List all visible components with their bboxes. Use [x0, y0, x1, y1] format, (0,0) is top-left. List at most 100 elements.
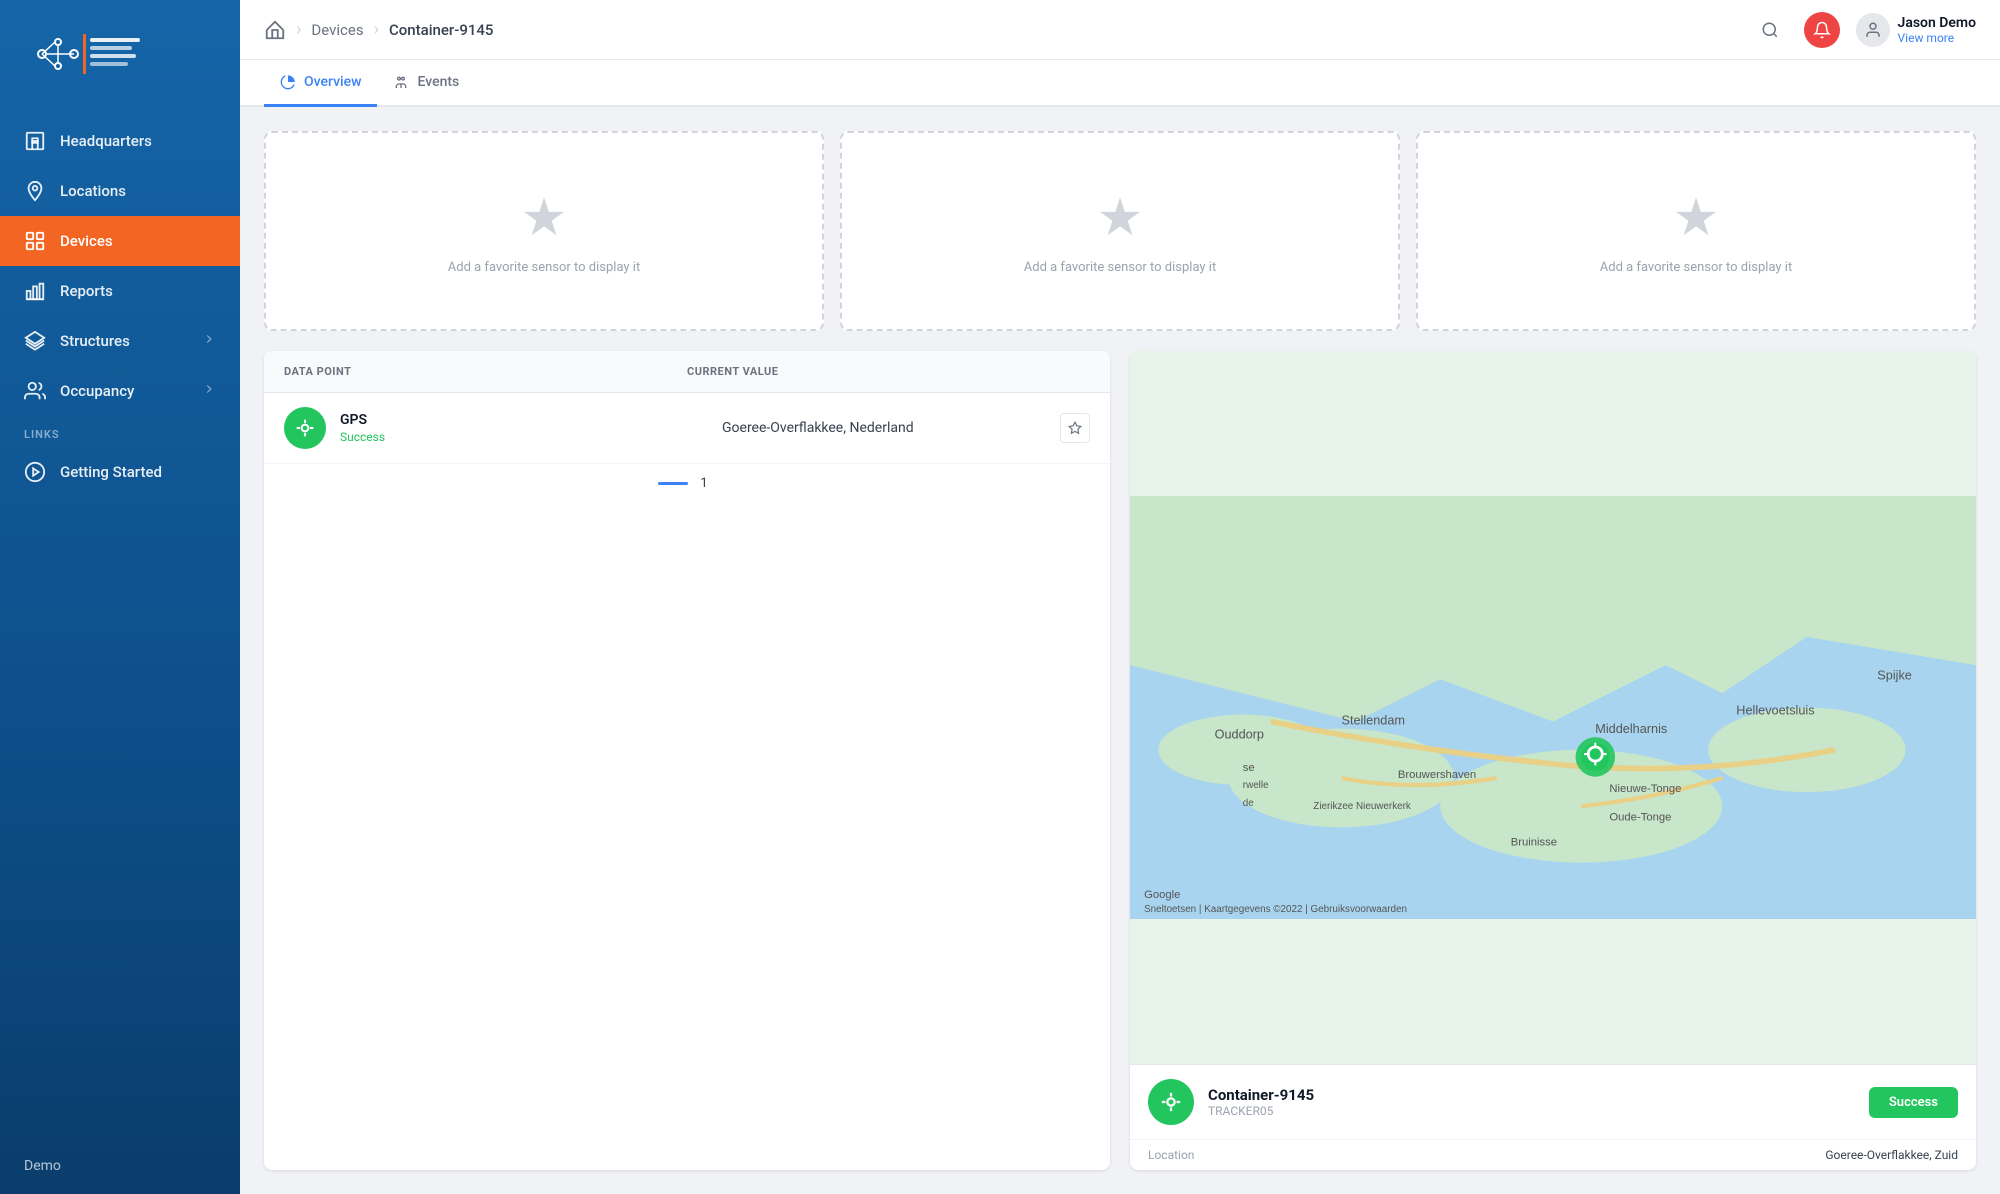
svg-text:Oude-Tonge: Oude-Tonge — [1609, 811, 1671, 823]
fav-card-2-text: Add a favorite sensor to display it — [1024, 260, 1216, 275]
topbar-right: Jason Demo View more — [1752, 12, 1976, 48]
home-icon — [264, 19, 286, 41]
logo-svg — [20, 24, 160, 84]
bell-icon — [1813, 21, 1831, 39]
map-footer: Container-9145 TRACKER05 Success — [1130, 1064, 1976, 1139]
user-icon — [1864, 21, 1882, 39]
svg-text:rwelle: rwelle — [1243, 780, 1269, 791]
sidebar: Headquarters Locations Devices — [0, 0, 240, 1194]
favorite-toggle-button[interactable] — [1060, 413, 1090, 443]
page-number: 1 — [692, 476, 715, 491]
user-info: Jason Demo View more — [1898, 15, 1976, 45]
data-point-info: GPS Success — [340, 412, 708, 444]
current-val-cell: Goeree-Overflakkee, Nederland — [722, 413, 1090, 443]
locations-label: Locations — [60, 182, 126, 200]
sidebar-item-locations[interactable]: Locations — [0, 166, 240, 216]
svg-text:se: se — [1243, 762, 1255, 774]
devices-label: Devices — [60, 232, 113, 250]
occupancy-expand-icon — [202, 382, 216, 400]
data-point-status: Success — [340, 430, 708, 444]
svg-text:Nieuwe-Tonge: Nieuwe-Tonge — [1609, 783, 1681, 795]
users-icon — [24, 380, 46, 402]
device-name: Container-9145 — [1208, 1086, 1855, 1104]
gps-icon — [295, 418, 315, 438]
breadcrumb-devices[interactable]: Devices — [311, 21, 363, 39]
gps-icon-circle — [284, 407, 326, 449]
tab-overview[interactable]: Overview — [264, 60, 377, 107]
table-row: GPS Success Goeree-Overflakkee, Nederlan… — [264, 393, 1110, 464]
data-table-card: DATA POINT CURRENT VALUE G — [264, 351, 1110, 1170]
user-section[interactable]: Jason Demo View more — [1856, 13, 1976, 47]
structures-label: Structures — [60, 332, 130, 350]
svg-text:Bruinisse: Bruinisse — [1511, 837, 1557, 849]
sidebar-item-getting-started[interactable]: Getting Started — [0, 447, 240, 497]
sidebar-item-reports[interactable]: Reports — [0, 266, 240, 316]
sidebar-nav: Headquarters Locations Devices — [0, 108, 240, 1138]
avatar — [1856, 13, 1890, 47]
breadcrumb-home[interactable] — [264, 19, 286, 41]
favorite-cards-row: ★ Add a favorite sensor to display it ★ … — [264, 131, 1976, 331]
device-info: Container-9145 TRACKER05 — [1208, 1086, 1855, 1118]
device-gps-icon — [1160, 1091, 1182, 1113]
breadcrumb-sep-1: › — [296, 19, 301, 40]
svg-text:Ouddorp: Ouddorp — [1215, 728, 1264, 742]
col-current-value: CURRENT VALUE — [687, 365, 1090, 378]
overview-tab-label: Overview — [304, 74, 361, 90]
svg-text:Spijke: Spijke — [1877, 668, 1912, 682]
fav-card-3[interactable]: ★ Add a favorite sensor to display it — [1416, 131, 1976, 331]
map-container[interactable]: Ouddorp Stellendam Middelharnis Hellevoe… — [1130, 351, 1976, 1064]
events-icon — [393, 74, 409, 90]
svg-text:Middelharnis: Middelharnis — [1595, 722, 1667, 736]
content-area: ★ Add a favorite sensor to display it ★ … — [240, 107, 2000, 1194]
sidebar-item-structures[interactable]: Structures — [0, 316, 240, 366]
bar-chart-icon — [24, 280, 46, 302]
layers-icon — [24, 330, 46, 352]
star-toggle-icon — [1068, 421, 1082, 435]
view-more-link[interactable]: View more — [1898, 31, 1976, 45]
pie-chart-icon — [280, 74, 296, 90]
main-area: › Devices › Container-9145 — [240, 0, 2000, 1194]
tabs-bar: Overview Events — [240, 60, 2000, 107]
current-value: Goeree-Overflakkee, Nederland — [722, 420, 914, 436]
map-pin-icon — [24, 180, 46, 202]
breadcrumb-container: Container-9145 — [389, 21, 493, 39]
headquarters-label: Headquarters — [60, 132, 152, 150]
svg-text:Zierikzee Nieuwerkerk: Zierikzee Nieuwerkerk — [1313, 801, 1411, 812]
svg-text:Brouwershaven: Brouwershaven — [1398, 769, 1476, 781]
svg-text:Hellevoetsluis: Hellevoetsluis — [1736, 704, 1814, 718]
building-icon — [24, 130, 46, 152]
fav-card-2[interactable]: ★ Add a favorite sensor to display it — [840, 131, 1400, 331]
bottom-section: DATA POINT CURRENT VALUE G — [264, 351, 1976, 1170]
success-badge: Success — [1869, 1087, 1958, 1118]
occupancy-label: Occupancy — [60, 382, 134, 400]
getting-started-label: Getting Started — [60, 463, 162, 481]
page-indicator — [658, 482, 688, 485]
fav-star-icon-1: ★ — [521, 187, 568, 248]
logo-area — [0, 0, 240, 108]
search-button[interactable] — [1752, 12, 1788, 48]
fav-card-1[interactable]: ★ Add a favorite sensor to display it — [264, 131, 824, 331]
pagination: 1 — [264, 464, 1110, 503]
location-label: Location — [1148, 1148, 1194, 1162]
map-svg: Ouddorp Stellendam Middelharnis Hellevoe… — [1130, 351, 1976, 1064]
device-icon-circle — [1148, 1079, 1194, 1125]
location-row: Location Goeree-Overflakkee, Zuid — [1130, 1139, 1976, 1170]
fav-card-1-text: Add a favorite sensor to display it — [448, 260, 640, 275]
svg-text:de: de — [1243, 798, 1254, 809]
svg-text:Sneltoetsen | Kaartgegevens ©2: Sneltoetsen | Kaartgegevens ©2022 | Gebr… — [1144, 904, 1407, 915]
breadcrumb: › Devices › Container-9145 — [264, 19, 1752, 41]
location-value: Goeree-Overflakkee, Zuid — [1825, 1148, 1958, 1162]
sidebar-item-headquarters[interactable]: Headquarters — [0, 116, 240, 166]
sidebar-bottom: Demo — [0, 1138, 240, 1194]
user-name: Jason Demo — [1898, 15, 1976, 31]
col-data-point: DATA POINT — [284, 365, 687, 378]
notification-button[interactable] — [1804, 12, 1840, 48]
search-icon — [1761, 21, 1779, 39]
svg-text:Stellendam: Stellendam — [1342, 713, 1405, 727]
sidebar-item-devices[interactable]: Devices — [0, 216, 240, 266]
topbar: › Devices › Container-9145 — [240, 0, 2000, 60]
breadcrumb-sep-2: › — [374, 19, 379, 40]
grid-icon — [24, 230, 46, 252]
tab-events[interactable]: Events — [377, 60, 475, 107]
sidebar-item-occupancy[interactable]: Occupancy — [0, 366, 240, 416]
